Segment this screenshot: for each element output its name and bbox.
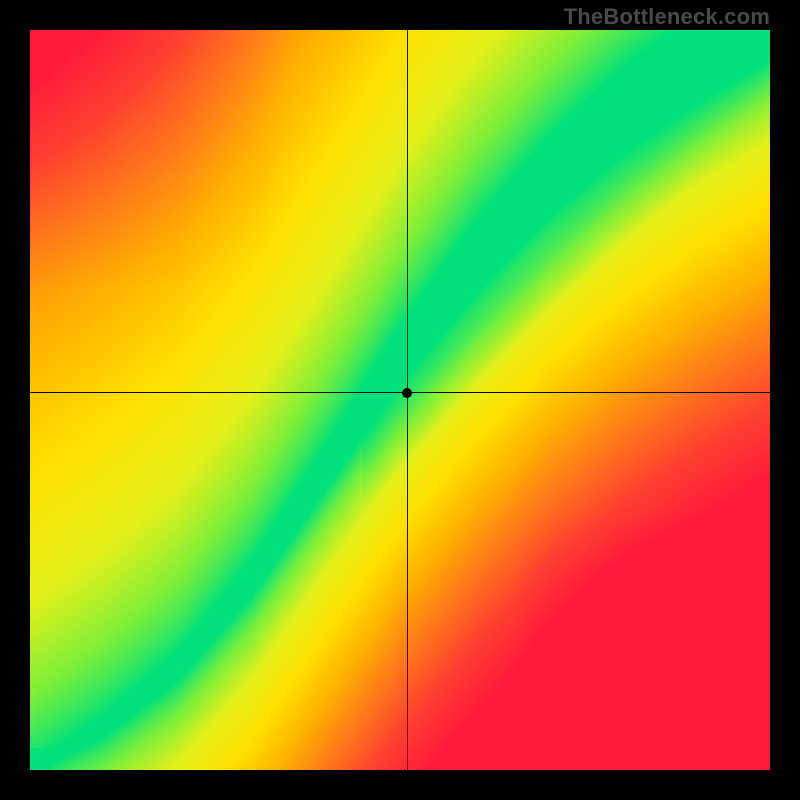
bottleneck-heatmap — [30, 30, 770, 770]
crosshair-horizontal — [30, 392, 770, 394]
chart-frame: TheBottleneck.com — [0, 0, 800, 800]
marker-dot — [402, 388, 412, 398]
watermark-text: TheBottleneck.com — [564, 4, 770, 30]
crosshair-vertical — [407, 30, 409, 770]
